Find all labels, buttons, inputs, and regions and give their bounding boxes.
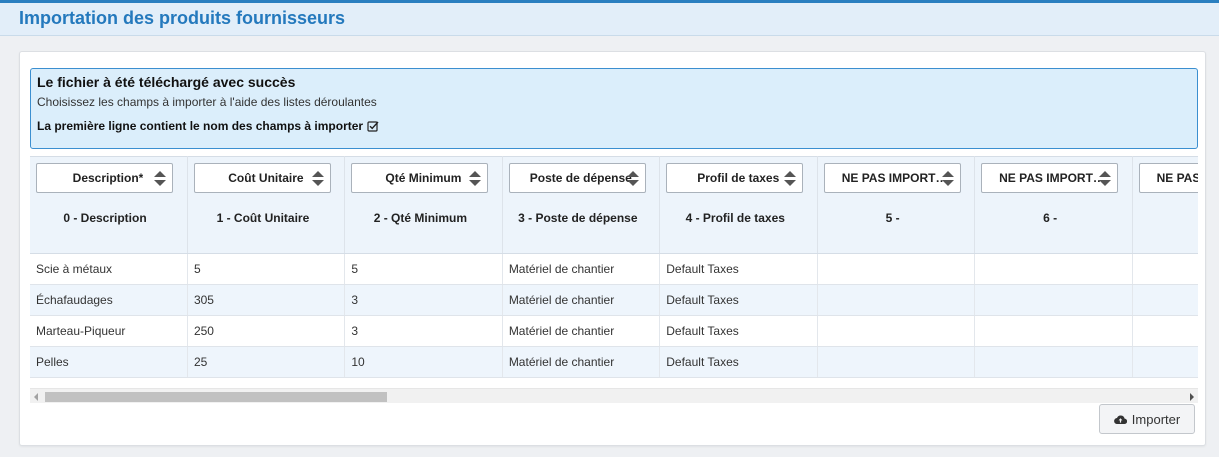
table-cell: [1132, 253, 1198, 285]
table-cell: [817, 253, 976, 285]
column-label: 3 - Poste de dépense: [518, 211, 638, 225]
page-title: Importation des produits fournisseurs: [19, 8, 346, 28]
import-table-scroll[interactable]: Description* 0 - Description Coût Unitaire…: [30, 156, 1198, 404]
success-alert: Le fichier à été téléchargé avec succès …: [30, 68, 1198, 149]
sort-arrows-icon: [1099, 171, 1112, 186]
table-cell: [1132, 284, 1198, 316]
scroll-left-arrow-icon[interactable]: [34, 393, 38, 401]
field-select-value: Qté Minimum: [385, 171, 462, 185]
field-select-2[interactable]: Qté Minimum: [351, 163, 489, 193]
table-cell: [974, 253, 1133, 285]
column-label: 5 -: [885, 211, 900, 225]
table-cell: [817, 284, 976, 316]
table-cell: 3: [344, 284, 503, 316]
table-cell: [817, 346, 976, 378]
column-header-4: Profil de taxes 4 - Profil de taxes: [659, 156, 818, 254]
table-cell: 250: [187, 315, 346, 347]
table-cell: [974, 284, 1133, 316]
field-select-value: Description*: [72, 171, 144, 185]
table-cell: Matériel de chantier: [502, 284, 661, 316]
field-select-value: NE PAS IMPORTER: [841, 171, 950, 185]
column-label: 1 - Coût Unitaire: [216, 211, 310, 225]
column-header-0: Description* 0 - Description: [30, 156, 188, 254]
horizontal-scrollbar[interactable]: [30, 388, 1198, 403]
first-row-label: La première ligne contient le nom des ch…: [37, 119, 364, 133]
import-card: Le fichier à été téléchargé avec succès …: [19, 51, 1206, 446]
table-cell: 25: [187, 346, 346, 378]
cloud-upload-icon: [1113, 415, 1127, 424]
table-cell: Matériel de chantier: [502, 346, 661, 378]
column-label: 2 - Qté Minimum: [373, 211, 468, 225]
table-cell: [1132, 315, 1198, 347]
check-square-icon[interactable]: [367, 120, 379, 132]
table-cell: 3: [344, 315, 503, 347]
column-label: 7 -: [1133, 211, 1198, 225]
table-cell: Marteau-Piqueur: [30, 315, 188, 347]
table-header-row: Description* 0 - Description Coût Unitaire…: [30, 156, 1198, 254]
table-cell: Scie à métaux: [30, 253, 188, 285]
table-cell: Default Taxes: [659, 284, 818, 316]
table-row: Marteau-Piqueur 250 3 Matériel de chantier D…: [30, 315, 1198, 347]
field-select-value: Coût Unitaire: [228, 171, 304, 185]
table-row: Pelles 25 10 Matériel de chantier Default Ta…: [30, 346, 1198, 378]
field-select-1[interactable]: Coût Unitaire: [193, 163, 331, 193]
table-cell: Default Taxes: [659, 346, 818, 378]
column-header-1: Coût Unitaire 1 - Coût Unitaire: [187, 156, 346, 254]
field-select-value: NE PAS IMPORTER: [1156, 171, 1198, 185]
table-cell: Default Taxes: [659, 253, 818, 285]
field-select-0[interactable]: Description*: [36, 163, 173, 193]
column-header-6: NE PAS IMPORTER 6 -: [974, 156, 1133, 254]
page-header: Importation des produits fournisseurs: [0, 0, 1219, 36]
table-cell: [974, 315, 1133, 347]
sort-arrows-icon: [784, 171, 797, 186]
scroll-right-arrow-icon[interactable]: [1190, 393, 1194, 401]
table-row: Échafaudages 305 3 Matériel de chantier Defa…: [30, 284, 1198, 316]
table-cell: 5: [344, 253, 503, 285]
import-button[interactable]: Importer: [1099, 404, 1195, 434]
sort-arrows-icon: [626, 171, 639, 186]
table-cell: Matériel de chantier: [502, 315, 661, 347]
sort-arrows-icon: [941, 171, 954, 186]
table-cell: Échafaudages: [30, 284, 188, 316]
column-label: 4 - Profil de taxes: [685, 211, 785, 225]
import-button-label: Importer: [1131, 411, 1181, 427]
table-cell: Matériel de chantier: [502, 253, 661, 285]
column-header-3: Poste de dépense 3 - Poste de dépense: [502, 156, 661, 254]
alert-title: Le fichier à été téléchargé avec succès: [37, 74, 296, 90]
field-select-6[interactable]: NE PAS IMPORTER: [981, 163, 1119, 193]
table-cell: 5: [187, 253, 346, 285]
first-row-checkbox[interactable]: La première ligne contient le nom des ch…: [37, 119, 379, 133]
table-cell: [1132, 346, 1198, 378]
field-select-value: NE PAS IMPORTER: [999, 171, 1108, 185]
sort-arrows-icon: [154, 171, 166, 186]
table-cell: 10: [344, 346, 503, 378]
table-cell: [817, 315, 976, 347]
field-select-3[interactable]: Poste de dépense: [508, 163, 646, 193]
column-label: 0 - Description: [63, 211, 147, 225]
scrollbar-thumb[interactable]: [45, 392, 387, 402]
column-header-2: Qté Minimum 2 - Qté Minimum: [344, 156, 503, 254]
table-cell: Pelles: [30, 346, 188, 378]
table-row: Scie à métaux 5 5 Matériel de chantier Defau…: [30, 253, 1198, 285]
import-table: Description* 0 - Description Coût Unitaire…: [30, 156, 1198, 378]
table-cell: [974, 346, 1133, 378]
column-label: 6 -: [1043, 211, 1058, 225]
field-select-value: Profil de taxes: [697, 171, 780, 185]
field-select-7[interactable]: NE PAS IMPORTER: [1138, 163, 1198, 193]
field-select-4[interactable]: Profil de taxes: [666, 163, 804, 193]
sort-arrows-icon: [469, 171, 482, 186]
alert-subtitle: Choisissez les champs à importer à l'aid…: [37, 95, 377, 109]
table-cell: Default Taxes: [659, 315, 818, 347]
field-select-5[interactable]: NE PAS IMPORTER: [823, 163, 961, 193]
column-header-7: NE PAS IMPORTER 7 -: [1132, 156, 1198, 254]
field-select-value: Poste de dépense: [529, 171, 632, 185]
sort-arrows-icon: [311, 171, 324, 186]
table-cell: 305: [187, 284, 346, 316]
column-header-5: NE PAS IMPORTER 5 -: [817, 156, 976, 254]
